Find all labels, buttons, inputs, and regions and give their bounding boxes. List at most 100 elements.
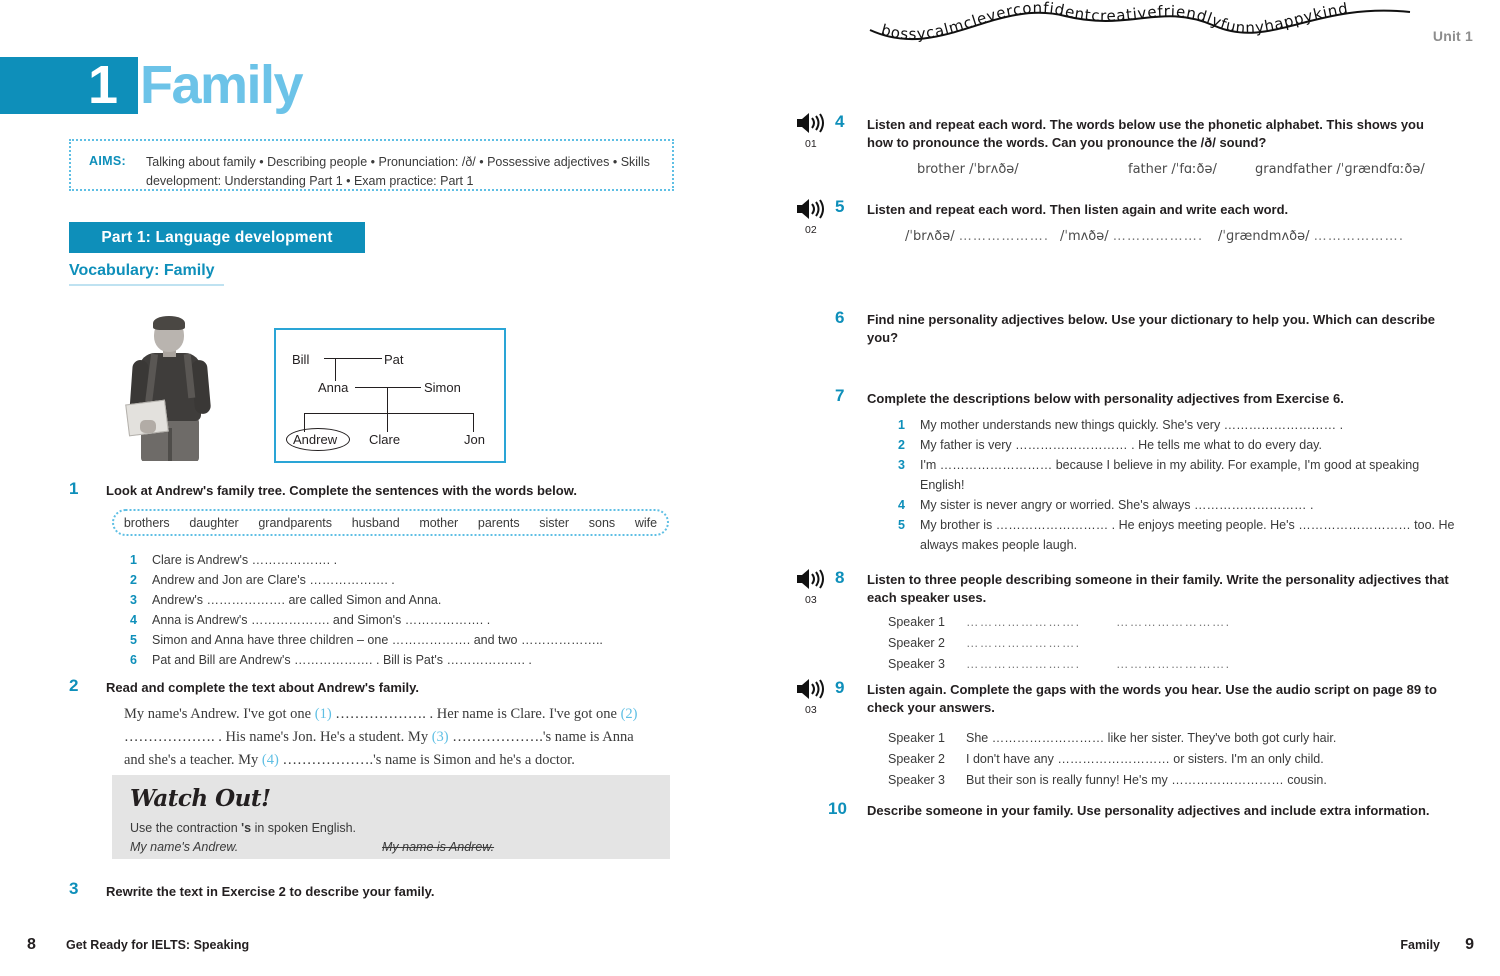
left-page-number: 8	[27, 936, 36, 953]
speaker-icon[interactable]	[795, 678, 827, 700]
tree-connector	[304, 413, 474, 415]
exercise-5-number: 5	[835, 197, 845, 216]
phonetic-blank-item: /ˈmʌðə/ ……………….	[1060, 229, 1203, 244]
watch-out-correct-example: My name's Andrew.	[130, 840, 239, 854]
list-item: 5 Simon and Anna have three children – on…	[130, 630, 670, 650]
speaker-icon[interactable]	[795, 198, 827, 220]
unit-number: 1	[88, 55, 118, 115]
speaker-icon[interactable]	[795, 112, 827, 134]
exercise-7-instruction: Complete the descriptions below with per…	[867, 391, 1344, 406]
audio-track-number: 03	[805, 594, 817, 606]
list-item: 6 Pat and Bill are Andrew's ………………. . Bil…	[130, 650, 670, 670]
speaker-text: She ……………………… like her sister. They've b…	[966, 731, 1337, 745]
exercise-6-instruction: Find nine personality adjectives below. …	[867, 312, 1436, 345]
tree-node-bill: Bill	[292, 352, 310, 367]
exercise-10-number: 10	[828, 799, 847, 818]
answer-blank[interactable]: …………………….	[966, 654, 1116, 675]
answer-blank[interactable]: ……………….	[1314, 229, 1405, 244]
speaker-text: But their son is really funny! He's my ……	[966, 773, 1327, 787]
exercise-1-instruction: Look at Andrew's family tree. Complete t…	[106, 483, 577, 498]
watch-out-title: Watch Out!	[130, 785, 271, 812]
watch-out-box: Watch Out! Use the contraction 's in spo…	[112, 775, 670, 859]
answer-blank[interactable]: …………………….	[966, 612, 1116, 633]
running-header-unit: Unit 1	[1432, 28, 1473, 44]
item-text: Andrew and Jon are Clare's ………………. .	[152, 573, 395, 587]
list-item: 5 My brother is ……………………… . He enjoys mee…	[898, 515, 1458, 555]
item-text: My mother understands new things quickly…	[920, 418, 1344, 432]
wordbank-item[interactable]: mother	[419, 516, 458, 530]
speaker-row: Speaker 1 …………………….…………………….	[888, 612, 1230, 633]
item-number: 3	[130, 593, 137, 607]
audio-track-number: 02	[805, 224, 817, 236]
item-number: 2	[898, 438, 905, 452]
speaker-row: Speaker 1 She ……………………… like her sister. …	[888, 728, 1336, 749]
wordbank-item[interactable]: grandparents	[258, 516, 332, 530]
audio-track-number: 01	[805, 138, 817, 150]
answer-blank[interactable]: …………………….	[966, 633, 1116, 654]
tree-connector	[387, 413, 389, 432]
item-text: Andrew's ………………. are called Simon and An…	[152, 593, 442, 607]
left-footer-text: Get Ready for IELTS: Speaking	[66, 938, 250, 952]
rule-before: Use the contraction	[130, 821, 242, 835]
exercise-9-instruction: Listen again. Complete the gaps with the…	[867, 682, 1437, 715]
word-label: brother	[917, 162, 965, 177]
tree-node-anna: Anna	[318, 380, 349, 395]
exercise-9-rows: Speaker 1 She ……………………… like her sister. …	[888, 728, 1336, 791]
exercise-1-items: 1 Clare is Andrew's ………………. . 2 Andrew and…	[130, 550, 670, 670]
item-number: 5	[898, 518, 905, 532]
speaker-icon[interactable]	[795, 568, 827, 590]
wordbank-item[interactable]: daughter	[189, 516, 238, 530]
tree-node-jon: Jon	[464, 432, 485, 447]
exercise-8-rows: Speaker 1…………………….……………………. Speaker 2…………	[888, 612, 1230, 675]
item-text: My brother is ……………………… . He enjoys meet…	[920, 518, 1455, 552]
phonetic-blank-item: /ˈbrʌðə/ ……………….	[905, 229, 1049, 244]
item-number: 2	[130, 573, 137, 587]
section-heading-vocabulary-family: Vocabulary: Family	[69, 262, 224, 286]
answer-blank[interactable]: …………………….	[1116, 615, 1230, 629]
tree-node-andrew: Andrew	[293, 432, 338, 447]
answer-blank[interactable]: ……………….	[959, 229, 1050, 244]
item-number: 1	[898, 418, 905, 432]
item-text: Simon and Anna have three children – one…	[152, 633, 603, 647]
right-footer-text: Family	[1400, 938, 1440, 952]
exercise-7-items: 1 My mother understands new things quickl…	[898, 415, 1458, 555]
exercise-2-number: 2	[69, 676, 79, 695]
wavy-word-puzzle: bossycalmcleverconfidentcreativefriendly…	[860, 0, 1420, 52]
answer-blank[interactable]: ……………….	[1113, 229, 1204, 244]
svg-text:bossycalmcleverconfidentcreati: bossycalmcleverconfidentcreativefriendly…	[879, 0, 1350, 43]
speaker-label: Speaker 2	[888, 636, 945, 650]
wordbank-item[interactable]: sister	[539, 516, 569, 530]
wordbank-item[interactable]: sons	[589, 516, 615, 530]
word-phonetic: /ˈɡrændfɑːðə/	[1336, 162, 1425, 177]
exercise-2-instruction: Read and complete the text about Andrew'…	[106, 680, 419, 695]
answer-blank[interactable]: …………………….	[1116, 657, 1230, 671]
list-item: 4 My sister is never angry or worried. Sh…	[898, 495, 1458, 515]
word-phonetic: /ˈɡrændmʌðə/	[1218, 229, 1310, 244]
wordbank-item[interactable]: wife	[635, 516, 657, 530]
exercise-1-number: 1	[69, 479, 79, 498]
exercise-4-instruction: Listen and repeat each word. The words b…	[867, 117, 1424, 150]
wordbank-item[interactable]: brothers	[124, 516, 170, 530]
wordbank-item[interactable]: husband	[352, 516, 400, 530]
exercise-8-number: 8	[835, 568, 845, 587]
item-text: My sister is never angry or worried. She…	[920, 498, 1314, 512]
phonetic-word: father /ˈfɑːðə/	[1128, 162, 1217, 177]
speaker-label: Speaker 1	[888, 615, 945, 629]
list-item: 1 My mother understands new things quickl…	[898, 415, 1458, 435]
para-part: My name's Andrew. I've got one	[124, 706, 315, 722]
item-number: 5	[130, 633, 137, 647]
student-photo	[118, 316, 228, 461]
tree-connector	[335, 358, 337, 381]
item-number: 6	[130, 653, 137, 667]
exercise-3-number: 3	[69, 879, 79, 898]
phonetic-word: brother /ˈbrʌðə/	[917, 162, 1019, 177]
word-label: grandfather	[1255, 162, 1333, 177]
part-banner: Part 1: Language development	[69, 222, 365, 253]
item-number: 3	[898, 458, 905, 472]
aims-box: AIMS: Talking about family • Describing …	[69, 139, 674, 191]
item-number: 4	[130, 613, 137, 627]
word-phonetic: /ˈbrʌðə/	[969, 162, 1019, 177]
word-phonetic: /ˈmʌðə/	[1060, 229, 1109, 244]
list-item: 2 My father is very ……………………… . He tells …	[898, 435, 1458, 455]
wordbank-item[interactable]: parents	[478, 516, 520, 530]
